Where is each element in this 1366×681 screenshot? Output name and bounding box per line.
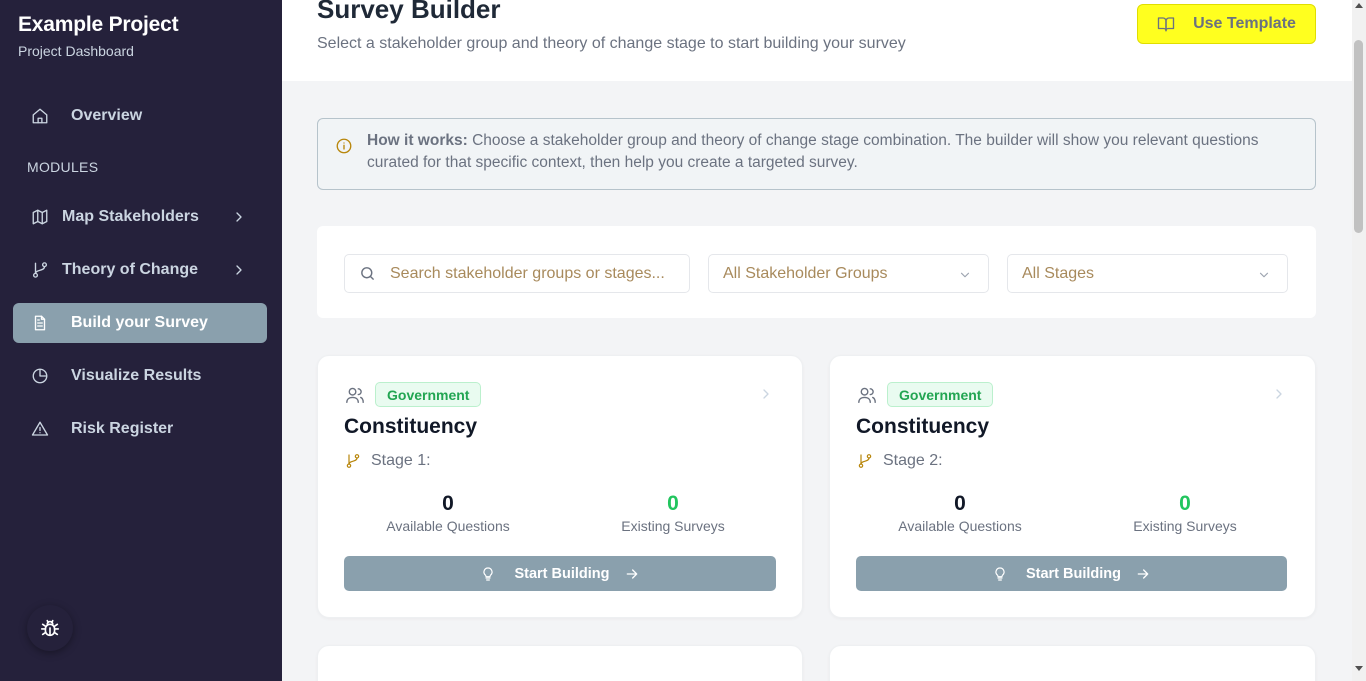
git-branch-icon	[31, 261, 49, 279]
how-it-works-text: How it works: Choose a stakeholder group…	[367, 130, 1302, 174]
available-questions-stat: 0 Available Questions	[348, 492, 548, 534]
scroll-down-arrow[interactable]	[1355, 666, 1363, 671]
arrow-right-icon	[610, 566, 640, 582]
card-title: Constituency	[344, 415, 478, 438]
stakeholder-badge: Government	[375, 382, 482, 407]
project-title: Example Project	[18, 13, 179, 36]
sidebar-item-map-stakeholders[interactable]: Map Stakeholders	[13, 197, 267, 237]
sidebar-item-label: Visualize Results	[71, 367, 202, 384]
available-questions-count: 0	[954, 492, 966, 515]
use-template-label: Use Template	[1193, 15, 1296, 32]
available-questions-count: 0	[442, 492, 454, 515]
chevron-right-icon[interactable]	[758, 386, 774, 402]
stage-select-value: All Stages	[1022, 264, 1095, 282]
how-it-works-bold: How it works:	[367, 132, 468, 149]
sidebar-item-label: Risk Register	[71, 420, 174, 437]
how-it-works-body: Choose a stakeholder group and theory of…	[367, 132, 1259, 171]
search-input[interactable]	[390, 264, 685, 283]
sidebar-item-risk-register[interactable]: Risk Register	[13, 409, 267, 449]
page-scrollbar[interactable]	[1352, 0, 1366, 681]
sidebar-item-label: Overview	[71, 107, 143, 124]
survey-card[interactable]: Government Constituency Stage 1: 0 Avail…	[317, 355, 803, 618]
sidebar-item-theory-of-change[interactable]: Theory of Change	[13, 250, 267, 290]
chevron-right-icon	[231, 209, 247, 225]
bug-icon	[40, 619, 60, 637]
scroll-up-arrow[interactable]	[1355, 3, 1363, 8]
sidebar-item-label: Map Stakeholders	[62, 208, 199, 225]
alert-triangle-icon	[31, 420, 49, 438]
existing-surveys-stat: 0 Existing Surveys	[1085, 492, 1285, 534]
map-icon	[31, 208, 49, 226]
search-field[interactable]	[344, 254, 690, 293]
sidebar: Example Project Project Dashboard Overvi…	[0, 0, 282, 681]
file-text-icon	[31, 314, 49, 332]
card-title: Constituency	[856, 415, 990, 438]
filter-bar: All Stakeholder Groups All Stages	[317, 226, 1316, 318]
start-building-button[interactable]: Start Building	[856, 556, 1287, 591]
stage-label: Stage 1:	[371, 452, 431, 469]
page-title: Survey Builder	[317, 0, 501, 24]
existing-surveys-count: 0	[667, 492, 679, 515]
lightbulb-icon	[992, 566, 1026, 582]
chevron-down-icon	[1257, 268, 1271, 282]
users-icon	[345, 386, 365, 404]
stakeholder-group-value: All Stakeholder Groups	[723, 264, 888, 282]
modules-heading: MODULES	[27, 159, 99, 175]
search-icon	[361, 267, 374, 280]
git-branch-icon	[345, 453, 361, 469]
survey-card[interactable]	[317, 645, 803, 681]
existing-surveys-label: Existing Surveys	[621, 518, 725, 534]
use-template-button[interactable]: Use Template	[1137, 4, 1316, 44]
lightbulb-icon	[480, 566, 514, 582]
page-subtitle: Select a stakeholder group and theory of…	[317, 35, 906, 52]
page-header: Survey Builder Select a stakeholder grou…	[282, 0, 1352, 81]
survey-card[interactable]	[829, 645, 1316, 681]
sidebar-item-label: Theory of Change	[62, 261, 199, 278]
sidebar-item-overview[interactable]: Overview	[13, 96, 267, 136]
bug-report-button[interactable]	[27, 605, 73, 651]
available-questions-label: Available Questions	[898, 518, 1022, 534]
sidebar-item-label: Build your Survey	[71, 314, 208, 331]
chevron-right-icon	[231, 262, 247, 278]
survey-card[interactable]: Government Constituency Stage 2: 0 Avail…	[829, 355, 1316, 618]
project-subtitle: Project Dashboard	[18, 43, 134, 59]
chevron-right-icon[interactable]	[1271, 386, 1287, 402]
pie-chart-icon	[31, 367, 49, 385]
chevron-down-icon	[958, 268, 972, 282]
existing-surveys-label: Existing Surveys	[1133, 518, 1237, 534]
stage-select[interactable]: All Stages	[1007, 254, 1288, 293]
stage-label: Stage 2:	[883, 452, 943, 469]
how-it-works-notice: How it works: Choose a stakeholder group…	[317, 118, 1316, 190]
home-icon	[31, 107, 49, 125]
start-building-button[interactable]: Start Building	[344, 556, 776, 591]
book-open-icon	[1157, 17, 1175, 32]
available-questions-label: Available Questions	[386, 518, 510, 534]
existing-surveys-stat: 0 Existing Surveys	[573, 492, 773, 534]
available-questions-stat: 0 Available Questions	[860, 492, 1060, 534]
sidebar-item-visualize-results[interactable]: Visualize Results	[13, 356, 267, 396]
arrow-right-icon	[1121, 566, 1151, 582]
start-building-label: Start Building	[514, 565, 610, 582]
stakeholder-badge: Government	[887, 382, 994, 407]
stakeholder-group-select[interactable]: All Stakeholder Groups	[708, 254, 989, 293]
scroll-thumb[interactable]	[1354, 40, 1363, 233]
info-icon	[335, 137, 353, 155]
git-branch-icon	[857, 453, 873, 469]
existing-surveys-count: 0	[1179, 492, 1191, 515]
users-icon	[857, 386, 877, 404]
start-building-label: Start Building	[1025, 565, 1122, 582]
sidebar-item-build-survey[interactable]: Build your Survey	[13, 303, 267, 343]
